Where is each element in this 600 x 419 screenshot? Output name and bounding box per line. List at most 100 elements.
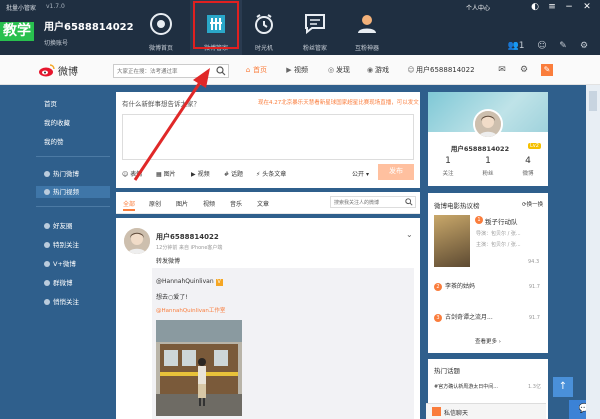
composer-textarea[interactable] bbox=[122, 114, 414, 160]
sidebar-item-hot-weibo[interactable]: 热门微博 bbox=[44, 168, 79, 180]
sidebar-item-hot-video[interactable]: 热门视频 bbox=[36, 186, 110, 198]
header-nav-video[interactable]: ▶ 视频 bbox=[284, 63, 308, 77]
topic-button[interactable]: # 话题 bbox=[224, 169, 243, 178]
stat-fans-count[interactable]: 1 bbox=[468, 156, 508, 166]
sidebar-item-home[interactable]: 首页 bbox=[44, 98, 57, 110]
avatar[interactable] bbox=[124, 228, 150, 254]
movie-name[interactable]: 叛子行动队 bbox=[485, 216, 518, 226]
chat-bar[interactable]: 私信聊天 bbox=[426, 403, 546, 419]
view-more-link[interactable]: 查看更多 › bbox=[428, 337, 548, 345]
skin-icon[interactable]: ◐ bbox=[529, 1, 541, 13]
stat-following-label: 关注 bbox=[442, 171, 454, 177]
nav-fans-manager-label: 粉丝管家 bbox=[302, 45, 327, 52]
switch-account-link[interactable]: 切换账号 bbox=[44, 38, 68, 47]
tab-original[interactable]: 原创 bbox=[149, 199, 161, 208]
sidebar-item-special-follow-label: 特别关注 bbox=[53, 241, 79, 249]
composer-promo-link[interactable]: 现在4.27北京暴乐天慧看新星球国家超星比赛现场直播，可以发文 bbox=[258, 98, 419, 106]
avatar-image bbox=[124, 228, 150, 254]
tab-music[interactable]: 音乐 bbox=[230, 199, 242, 208]
movie-score: 91.7 bbox=[528, 284, 540, 290]
header-nav-discover[interactable]: ◎ 发现 bbox=[326, 63, 350, 77]
account-icon[interactable]: ☺ bbox=[536, 40, 548, 52]
profile-avatar[interactable] bbox=[473, 109, 503, 139]
time-machine-icon bbox=[255, 14, 273, 34]
user-icon: ☺ bbox=[407, 66, 415, 74]
scrollbar[interactable] bbox=[586, 85, 600, 419]
tab-all[interactable]: 全部 bbox=[123, 199, 136, 211]
wrench-icon[interactable]: ✎ bbox=[557, 40, 569, 52]
movie-name: 古剑奇谭之流月... bbox=[445, 314, 493, 321]
hot-topic-item[interactable]: #官方确认新周游太日中间... bbox=[434, 383, 498, 390]
search-icon[interactable] bbox=[216, 66, 226, 76]
level-badge: Lv2 bbox=[528, 143, 541, 149]
sidebar-item-friends[interactable]: 好友圈 bbox=[44, 220, 73, 232]
refresh-button-label: 换一换 bbox=[526, 202, 544, 208]
users-count-icon[interactable]: 👥1 bbox=[507, 40, 525, 52]
repost-author[interactable]: @HannahQuinlivan V bbox=[156, 278, 223, 286]
video-icon: ▶ bbox=[191, 171, 196, 178]
movie-row[interactable]: 3 古剑奇谭之流月... 91.7 bbox=[434, 311, 544, 325]
feed-search-input[interactable] bbox=[334, 198, 406, 207]
nav-fans-manager[interactable]: 粉丝管家 bbox=[289, 0, 341, 55]
nav-time-machine[interactable]: 时光机 bbox=[238, 0, 290, 55]
visibility-select[interactable]: 公开 ▾ bbox=[352, 169, 369, 178]
refresh-button[interactable]: ⟳换一换 bbox=[522, 200, 543, 208]
settings-gear-icon[interactable]: ⚙ bbox=[518, 64, 530, 76]
publish-button[interactable]: 发布 bbox=[378, 164, 414, 180]
header-nav-game[interactable]: ◉ 游戏 bbox=[365, 63, 389, 77]
chevron-down-icon[interactable]: ⌄ bbox=[406, 230, 413, 239]
message-icon[interactable]: ✉ bbox=[496, 64, 508, 76]
tab-articles[interactable]: 文章 bbox=[257, 199, 269, 208]
settings-icon[interactable]: ⚙ bbox=[578, 40, 590, 52]
sidebar-item-secret-follow[interactable]: 悄悄关注 bbox=[44, 296, 79, 308]
header-nav-profile-label: 用户6588814022 bbox=[416, 66, 475, 74]
close-icon[interactable]: ✕ bbox=[581, 1, 593, 13]
hot-weibo-icon bbox=[44, 171, 50, 177]
sidebar-item-special-follow[interactable]: 特别关注 bbox=[44, 239, 79, 251]
image-button[interactable]: ▦ 图片 bbox=[156, 169, 176, 178]
weibo-logo-text: 微博 bbox=[58, 67, 78, 78]
sidebar-item-favorites[interactable]: 我的收藏 bbox=[44, 117, 70, 129]
sidebar-divider bbox=[36, 156, 110, 157]
post-composer: 有什么新鲜事想告诉大家？ 现在4.27北京暴乐天慧看新星球国家超星比赛现场直播，… bbox=[116, 92, 420, 188]
movie-poster[interactable] bbox=[434, 215, 470, 267]
search-icon[interactable] bbox=[405, 198, 413, 206]
article-button[interactable]: ⚡ 头条文章 bbox=[256, 169, 286, 178]
back-to-top-button[interactable]: ↑ bbox=[553, 377, 573, 397]
stat-following-count[interactable]: 1 bbox=[428, 156, 468, 166]
post-author[interactable]: 用户6588814022 bbox=[156, 232, 219, 242]
repost-photo[interactable] bbox=[156, 320, 242, 416]
menu-icon[interactable]: ≡ bbox=[546, 1, 558, 13]
tab-images[interactable]: 图片 bbox=[176, 199, 188, 208]
scrollbar-thumb[interactable] bbox=[589, 91, 597, 111]
tram-photo-image bbox=[156, 320, 242, 416]
mutual-follow-icon bbox=[358, 15, 376, 33]
image-button-label: 图片 bbox=[163, 171, 176, 178]
user-center-link[interactable]: 个人中心 bbox=[466, 3, 490, 12]
nav-weibo-home[interactable]: 微博首页 bbox=[135, 0, 187, 55]
hot-video-icon bbox=[44, 189, 50, 195]
minimize-icon[interactable]: − bbox=[563, 1, 575, 13]
video-button[interactable]: ▶ 视频 bbox=[191, 169, 210, 178]
sidebar-item-likes[interactable]: 我的赞 bbox=[44, 136, 64, 148]
weibo-search-input[interactable] bbox=[117, 66, 213, 77]
repost-box: @HannahQuinlivan V 想去○爱了! @HannahQuinliva… bbox=[152, 268, 414, 419]
emoji-button[interactable]: ☺ 表情 bbox=[122, 169, 142, 178]
composer-prompt: 有什么新鲜事想告诉大家？ bbox=[122, 100, 200, 108]
stat-weibo-count[interactable]: 4 bbox=[508, 156, 548, 166]
header-nav-profile[interactable]: ☺用户6588814022 bbox=[406, 63, 475, 77]
compose-edit-icon[interactable]: ✎ bbox=[541, 64, 553, 76]
tab-video[interactable]: 视频 bbox=[203, 199, 215, 208]
nav-mutual-follow[interactable]: 互粉神器 bbox=[341, 0, 393, 55]
feed-search-box[interactable] bbox=[330, 196, 416, 208]
rank-badge: 1 bbox=[475, 216, 483, 224]
weibo-search-box[interactable] bbox=[113, 64, 229, 78]
sidebar-item-group[interactable]: 群微博 bbox=[44, 277, 73, 289]
header-nav-home[interactable]: ⌂ 首页 bbox=[243, 63, 267, 77]
sidebar-item-vplus[interactable]: V+微博 bbox=[44, 258, 76, 270]
repost-link[interactable]: @HannahQuinlivan工作室 bbox=[156, 306, 225, 314]
sidebar-item-secret-follow-label: 悄悄关注 bbox=[53, 298, 79, 306]
movie-row[interactable]: 2 李茶的姑妈 91.7 bbox=[434, 280, 544, 294]
profile-name[interactable]: 用户6588814022 bbox=[428, 143, 532, 153]
app-title: 批量小管家 bbox=[6, 5, 37, 12]
